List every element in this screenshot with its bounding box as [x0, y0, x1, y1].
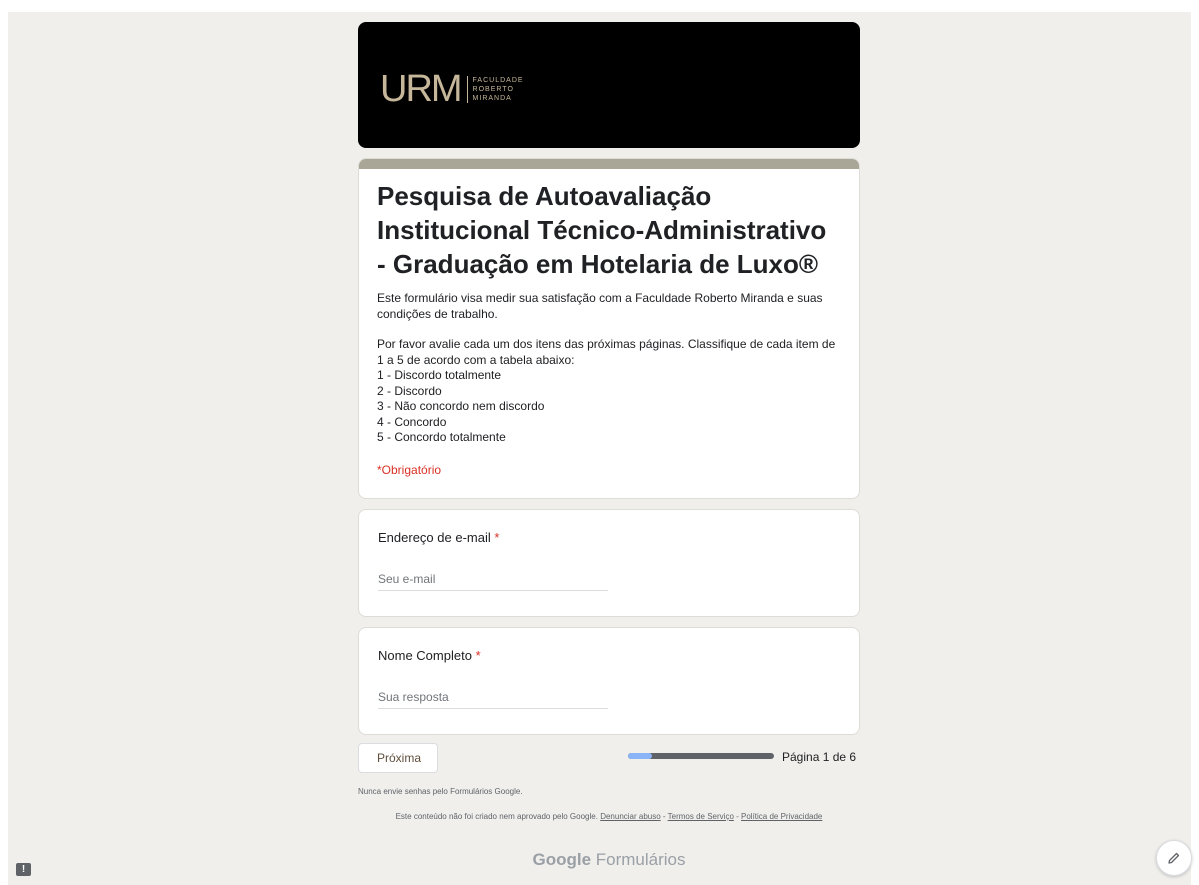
privacy-link[interactable]: Política de Privacidade — [741, 812, 822, 821]
required-asterisk: * — [494, 530, 500, 545]
institution-logo: URM FACULDADE ROBERTO MIRANDA — [380, 70, 524, 108]
required-asterisk: * — [475, 648, 481, 663]
question-label-text: Nome Completo — [378, 648, 472, 663]
accent-bar — [359, 159, 859, 169]
question-full-name: Nome Completo * — [358, 627, 860, 735]
navigation-row: Próxima Página 1 de 6 — [358, 743, 860, 777]
next-button[interactable]: Próxima — [358, 743, 438, 773]
question-email: Endereço de e-mail * — [358, 509, 860, 617]
brand-forms: Formulários — [595, 850, 686, 869]
form-title: Pesquisa de Autoavaliação Institucional … — [377, 181, 827, 279]
logo-mark: URM — [380, 68, 463, 110]
logo-line: ROBERTO — [472, 85, 514, 93]
email-field[interactable] — [378, 572, 608, 591]
logo-line: FACULDADE — [472, 76, 524, 84]
google-forms-logo[interactable]: Google Formulários — [358, 850, 860, 870]
required-note: *Obrigatório — [377, 462, 442, 477]
question-label-text: Endereço de e-mail — [378, 530, 491, 545]
form-column: URM FACULDADE ROBERTO MIRANDA Pesquisa d… — [358, 22, 860, 777]
form-description-scale: Por favor avalie cada um dos itens das p… — [377, 337, 836, 444]
question-label: Endereço de e-mail * — [378, 530, 499, 545]
password-warning: Nunca envie senhas pelo Formulários Goog… — [358, 787, 523, 796]
form-description-intro: Este formulário visa medir sua satisfaçã… — [377, 291, 823, 321]
header-banner: URM FACULDADE ROBERTO MIRANDA — [358, 22, 860, 148]
pencil-icon[interactable] — [1156, 840, 1192, 876]
progress-bar — [628, 753, 774, 759]
legal-text: Este conteúdo não foi criado nem aprovad… — [395, 812, 598, 821]
page-indicator: Página 1 de 6 — [782, 750, 857, 764]
report-abuse-link[interactable]: Denunciar abuso — [600, 812, 660, 821]
full-name-field[interactable] — [378, 690, 608, 709]
progress-fill — [628, 753, 653, 759]
form-header-card: Pesquisa de Autoavaliação Institucional … — [358, 158, 860, 499]
logo-line: MIRANDA — [472, 94, 512, 102]
legal-disclaimer: Este conteúdo não foi criado nem aprovad… — [395, 812, 823, 821]
terms-link[interactable]: Termos de Serviço — [668, 812, 734, 821]
brand-google: Google — [532, 850, 592, 869]
question-label: Nome Completo * — [378, 648, 481, 663]
logo-text: FACULDADE ROBERTO MIRANDA — [466, 75, 524, 103]
feedback-icon[interactable]: ! — [16, 863, 31, 876]
